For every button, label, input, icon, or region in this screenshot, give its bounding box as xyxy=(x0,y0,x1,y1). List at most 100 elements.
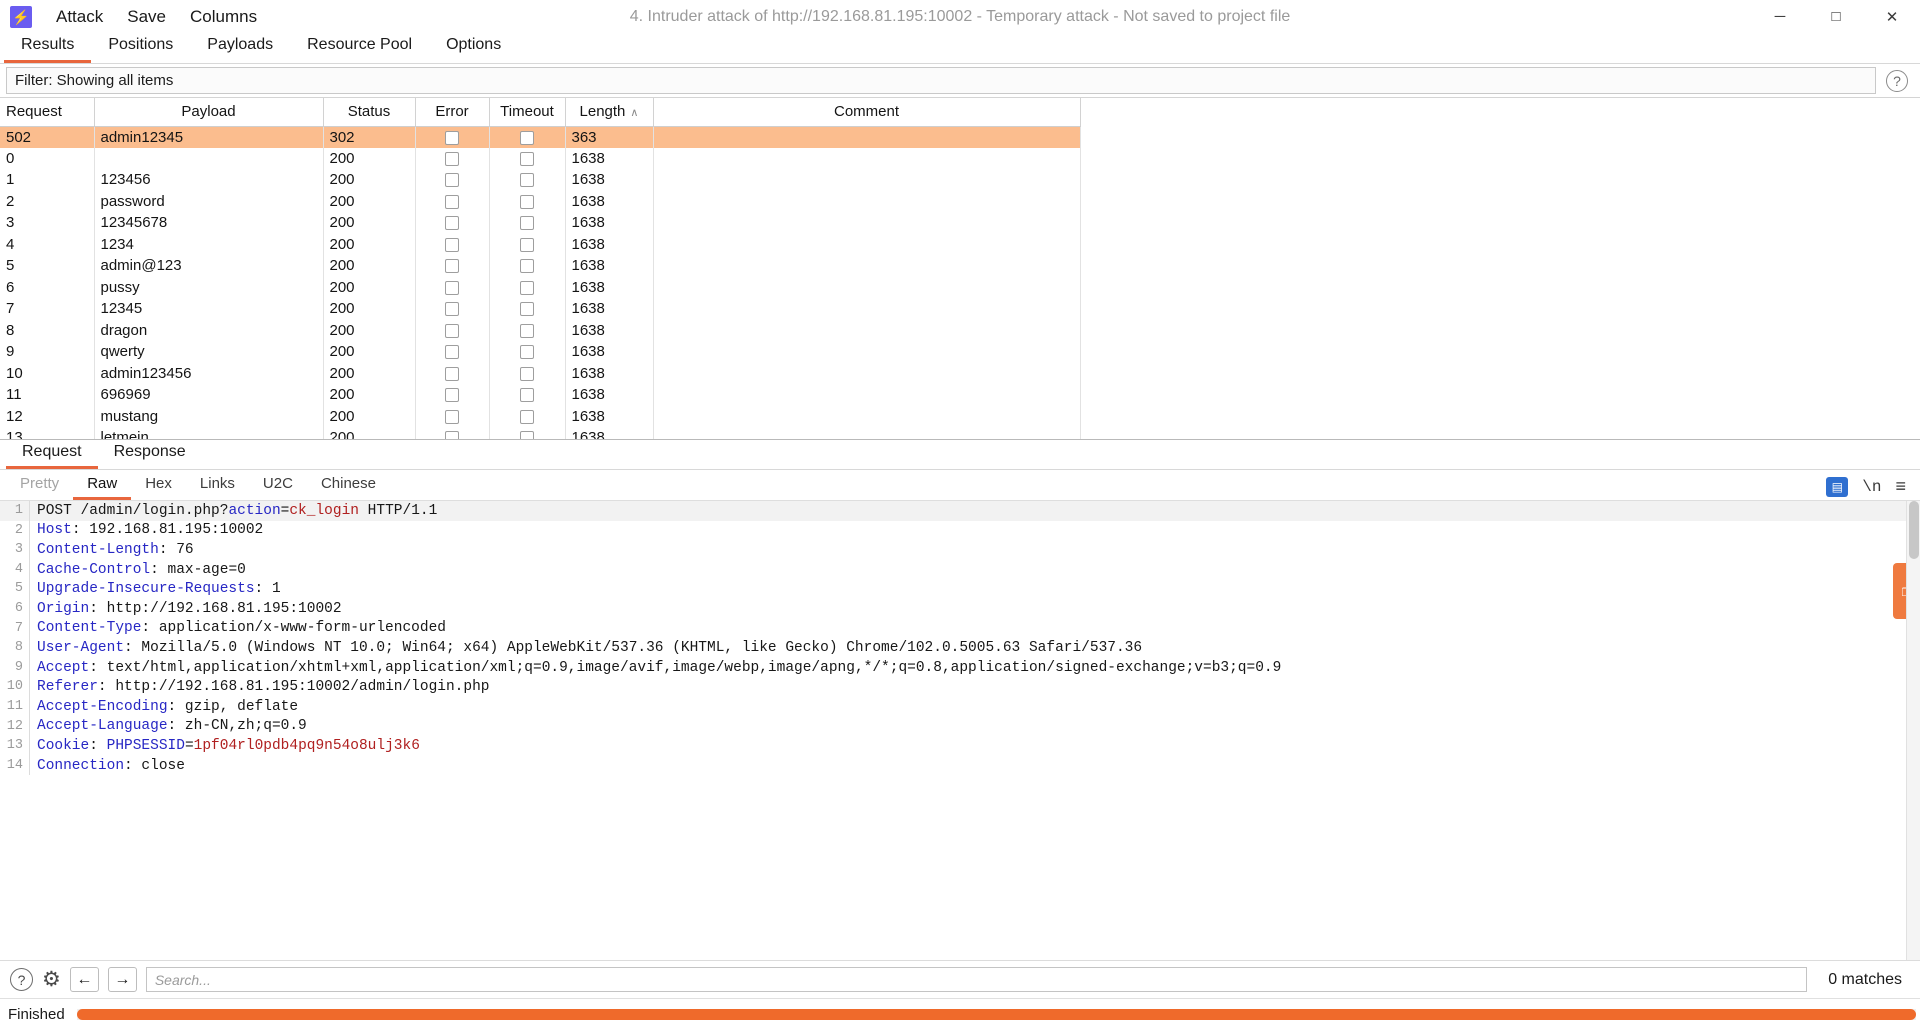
checkbox-icon[interactable] xyxy=(520,173,534,188)
view-tab-u2c[interactable]: U2C xyxy=(249,473,307,500)
checkbox-icon[interactable] xyxy=(445,130,459,145)
checkbox-icon[interactable] xyxy=(445,280,459,295)
checkbox-icon[interactable] xyxy=(445,194,459,209)
cell-timeout-checkbox[interactable] xyxy=(489,233,566,255)
checkbox-icon[interactable] xyxy=(520,259,534,274)
help-icon[interactable]: ? xyxy=(1886,69,1908,92)
checkbox-icon[interactable] xyxy=(445,345,459,360)
menu-attack[interactable]: Attack xyxy=(44,3,115,31)
cell-timeout-checkbox[interactable] xyxy=(489,362,566,384)
editor-scrollbar[interactable] xyxy=(1906,501,1920,960)
column-header-timeout[interactable]: Timeout xyxy=(489,98,566,127)
minimize-button[interactable]: ─ xyxy=(1752,0,1808,33)
cell-timeout-checkbox[interactable] xyxy=(489,384,566,406)
tab-request[interactable]: Request xyxy=(6,441,98,469)
column-header-error[interactable]: Error xyxy=(415,98,490,127)
view-tab-pretty[interactable]: Pretty xyxy=(6,473,73,500)
cell-error-checkbox[interactable] xyxy=(415,319,490,341)
column-header-status[interactable]: Status xyxy=(323,98,416,127)
cell-error-checkbox[interactable] xyxy=(415,276,490,298)
tab-resource-pool[interactable]: Resource Pool xyxy=(290,33,429,63)
cell-timeout-checkbox[interactable] xyxy=(489,147,566,169)
table-row[interactable]: 12 mustang 200 1638 xyxy=(0,405,1081,427)
cell-error-checkbox[interactable] xyxy=(415,255,490,277)
table-row[interactable]: 13 letmein 200 1638 xyxy=(0,427,1081,439)
tab-payloads[interactable]: Payloads xyxy=(190,33,290,63)
checkbox-icon[interactable] xyxy=(520,302,534,317)
filter-bar[interactable]: Filter: Showing all items xyxy=(6,67,1876,94)
column-header-comment[interactable]: Comment xyxy=(653,98,1081,127)
table-row[interactable]: 1 123456 200 1638 xyxy=(0,169,1081,191)
cell-error-checkbox[interactable] xyxy=(415,341,490,363)
view-tab-raw[interactable]: Raw xyxy=(73,473,132,500)
tab-options[interactable]: Options xyxy=(429,33,518,63)
cell-error-checkbox[interactable] xyxy=(415,384,490,406)
gear-icon[interactable]: ⚙ xyxy=(42,969,61,990)
checkbox-icon[interactable] xyxy=(520,323,534,338)
table-row[interactable]: 5 admin@123 200 1638 xyxy=(0,255,1081,277)
menu-save[interactable]: Save xyxy=(115,3,178,31)
request-editor[interactable]: 1 POST /admin/login.php?action=ck_login H… xyxy=(0,501,1920,960)
checkbox-icon[interactable] xyxy=(445,302,459,317)
cell-error-checkbox[interactable] xyxy=(415,190,490,212)
table-row[interactable]: 3 12345678 200 1638 xyxy=(0,212,1081,234)
column-header-request[interactable]: Request xyxy=(0,98,95,127)
search-next-button[interactable]: → xyxy=(107,967,137,992)
checkbox-icon[interactable] xyxy=(445,323,459,338)
checkbox-icon[interactable] xyxy=(520,280,534,295)
table-row[interactable]: 9 qwerty 200 1638 xyxy=(0,341,1081,363)
column-header-payload[interactable]: Payload xyxy=(94,98,324,127)
cell-timeout-checkbox[interactable] xyxy=(489,276,566,298)
view-tab-hex[interactable]: Hex xyxy=(131,473,186,500)
cell-error-checkbox[interactable] xyxy=(415,298,490,320)
newline-icon[interactable]: \n xyxy=(1862,478,1881,496)
cell-timeout-checkbox[interactable] xyxy=(489,255,566,277)
cell-error-checkbox[interactable] xyxy=(415,147,490,169)
view-tab-links[interactable]: Links xyxy=(186,473,249,500)
checkbox-icon[interactable] xyxy=(445,151,459,166)
cell-error-checkbox[interactable] xyxy=(415,427,490,439)
table-row[interactable]: 6 pussy 200 1638 xyxy=(0,276,1081,298)
checkbox-icon[interactable] xyxy=(445,216,459,231)
cell-timeout-checkbox[interactable] xyxy=(489,169,566,191)
checkbox-icon[interactable] xyxy=(520,216,534,231)
cell-timeout-checkbox[interactable] xyxy=(489,212,566,234)
column-header-length[interactable]: Length ∧ xyxy=(565,98,654,127)
results-table-container[interactable]: Request Payload Status Error Timeout Len… xyxy=(0,97,1920,440)
checkbox-icon[interactable] xyxy=(520,237,534,252)
table-row[interactable]: 7 12345 200 1638 xyxy=(0,298,1081,320)
cell-error-checkbox[interactable] xyxy=(415,233,490,255)
checkbox-icon[interactable] xyxy=(520,431,534,439)
table-row[interactable]: 0 200 1638 xyxy=(0,147,1081,169)
tab-positions[interactable]: Positions xyxy=(91,33,190,63)
menu-columns[interactable]: Columns xyxy=(178,3,269,31)
checkbox-icon[interactable] xyxy=(445,237,459,252)
checkbox-icon[interactable] xyxy=(520,151,534,166)
table-row[interactable]: 2 password 200 1638 xyxy=(0,190,1081,212)
cell-timeout-checkbox[interactable] xyxy=(489,126,566,148)
table-row[interactable]: 10 admin123456 200 1638 xyxy=(0,362,1081,384)
checkbox-icon[interactable] xyxy=(520,409,534,424)
table-row[interactable]: 4 1234 200 1638 xyxy=(0,233,1081,255)
checkbox-icon[interactable] xyxy=(520,366,534,381)
search-help-icon[interactable]: ? xyxy=(10,968,33,991)
word-wrap-icon[interactable]: ▤ xyxy=(1826,476,1849,497)
checkbox-icon[interactable] xyxy=(445,409,459,424)
view-tab-chinese[interactable]: Chinese xyxy=(307,473,390,500)
cell-timeout-checkbox[interactable] xyxy=(489,190,566,212)
search-prev-button[interactable]: ← xyxy=(69,967,99,992)
table-row[interactable]: 8 dragon 200 1638 xyxy=(0,319,1081,341)
cell-error-checkbox[interactable] xyxy=(415,362,490,384)
cell-timeout-checkbox[interactable] xyxy=(489,319,566,341)
table-row[interactable]: 502 admin12345 302 363 xyxy=(0,126,1081,148)
close-button[interactable]: ✕ xyxy=(1864,0,1920,33)
cell-error-checkbox[interactable] xyxy=(415,169,490,191)
checkbox-icon[interactable] xyxy=(520,345,534,360)
cell-timeout-checkbox[interactable] xyxy=(489,427,566,439)
cell-error-checkbox[interactable] xyxy=(415,212,490,234)
cell-timeout-checkbox[interactable] xyxy=(489,341,566,363)
tab-results[interactable]: Results xyxy=(4,33,92,63)
editor-menu-icon[interactable]: ≡ xyxy=(1895,476,1906,497)
search-input[interactable]: Search... xyxy=(145,967,1808,992)
cell-timeout-checkbox[interactable] xyxy=(489,405,566,427)
